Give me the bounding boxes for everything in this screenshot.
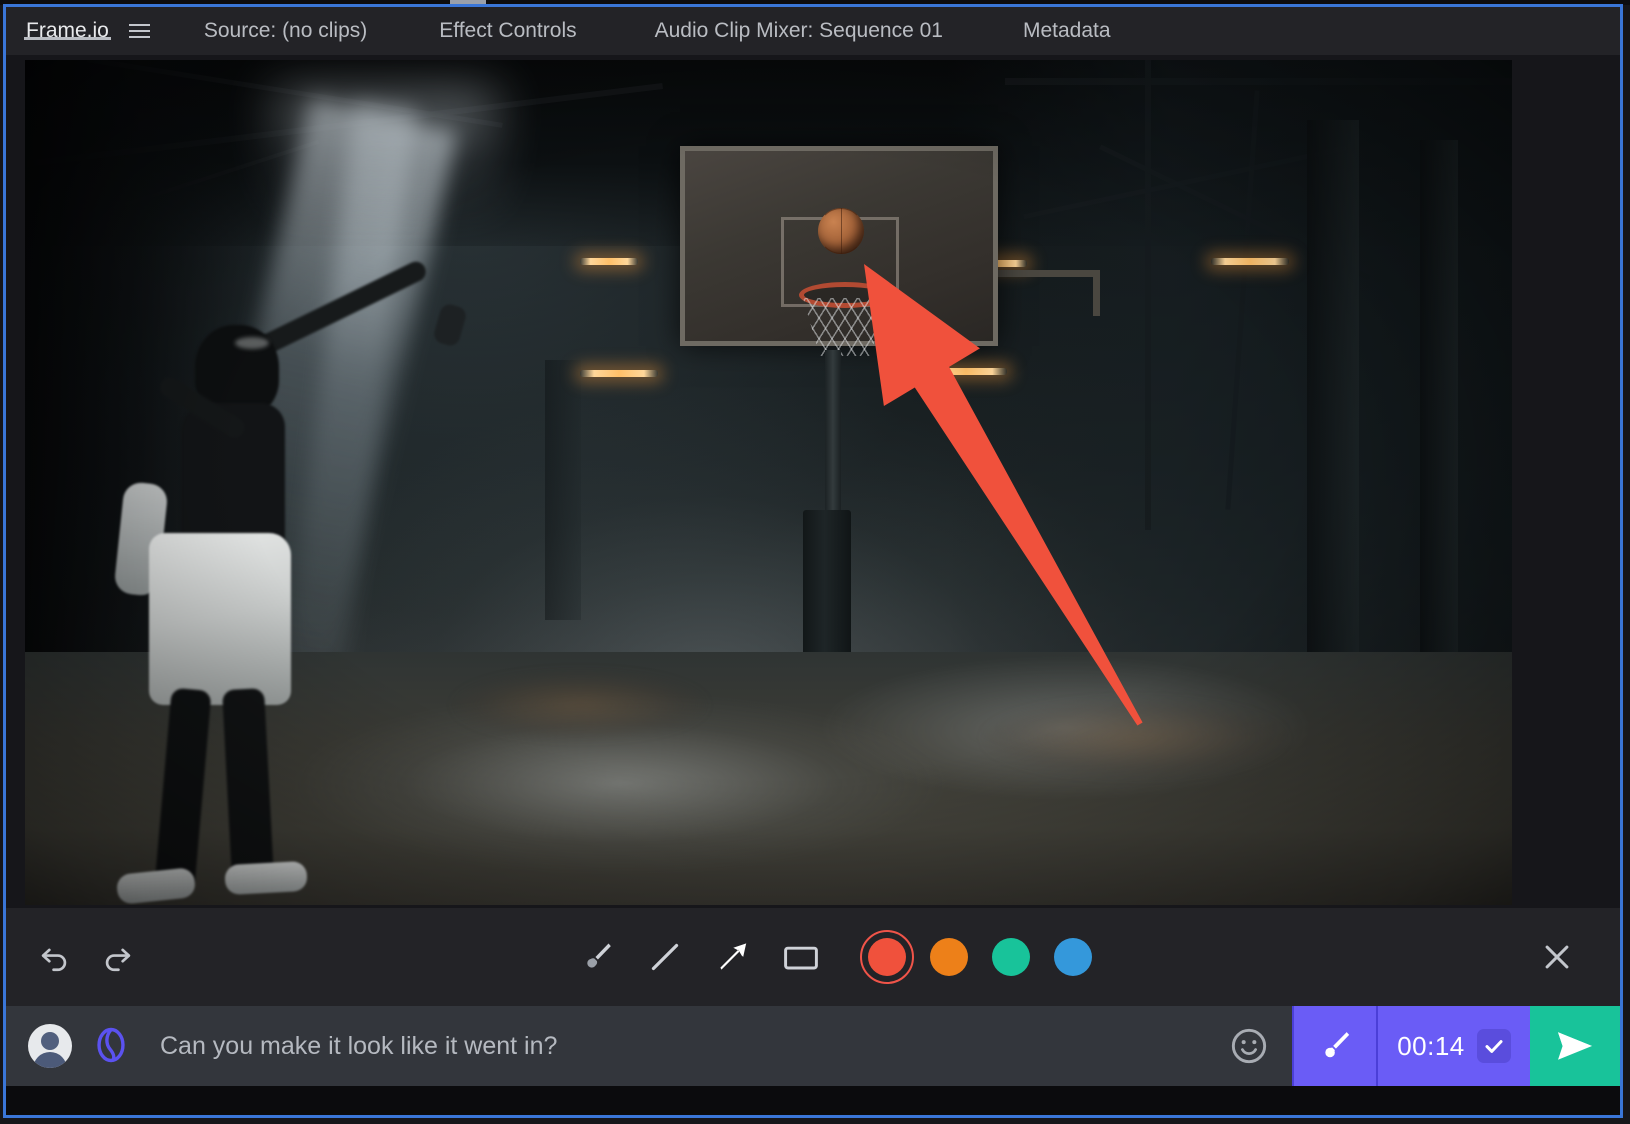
smiley-face-icon <box>1231 1028 1267 1064</box>
basketball <box>818 208 864 254</box>
globe-glyph <box>97 1027 125 1063</box>
panel-drag-handle[interactable] <box>450 0 486 5</box>
tab-frameio[interactable]: Frame.io <box>24 7 111 55</box>
tab-source-label: Source: (no clips) <box>203 19 368 42</box>
color-swatch-teal-dot <box>992 938 1030 976</box>
tab-effect-controls[interactable]: Effect Controls <box>439 7 576 55</box>
color-swatch-blue-dot <box>1054 938 1092 976</box>
video-frame-image <box>25 60 1512 905</box>
tab-audio-clip-mixer-label: Audio Clip Mixer: Sequence 01 <box>654 19 943 42</box>
color-swatch-red[interactable] <box>856 929 918 985</box>
rectangle-tool[interactable] <box>774 930 828 984</box>
color-swatch-blue[interactable] <box>1042 929 1104 985</box>
line-tool[interactable] <box>638 930 692 984</box>
user-avatar-icon[interactable] <box>28 1024 72 1068</box>
send-comment-button[interactable] <box>1530 1006 1620 1086</box>
redo-arrow-icon <box>105 948 131 972</box>
brush-tool[interactable] <box>570 930 624 984</box>
annotation-toolbar <box>6 908 1620 1006</box>
window-top-edge <box>0 0 1630 5</box>
basketball-player <box>85 258 469 905</box>
comment-input[interactable] <box>132 1006 1206 1086</box>
frame-io-review-panel: Frame.io Source: (no clips) Effect Contr… <box>0 0 1630 1124</box>
annotation-color-picker <box>856 929 1104 985</box>
tab-metadata[interactable]: Metadata <box>1023 7 1111 55</box>
timestamp-checkbox[interactable] <box>1476 1029 1511 1063</box>
rectangle-icon <box>784 946 818 970</box>
tab-active-underline <box>24 37 111 40</box>
hamburger-menu-icon[interactable] <box>128 24 150 38</box>
emoji-button[interactable] <box>1206 1006 1292 1086</box>
color-swatch-orange-dot <box>930 938 968 976</box>
redo-button[interactable] <box>90 930 144 984</box>
color-swatch-teal[interactable] <box>980 929 1042 985</box>
tab-audio-clip-mixer[interactable]: Audio Clip Mixer: Sequence 01 <box>655 7 943 55</box>
drawing-tool-group <box>570 930 828 984</box>
draw-annotation-button[interactable] <box>1292 1006 1376 1086</box>
color-swatch-red-dot <box>868 938 906 976</box>
timestamp-toggle-button[interactable]: 00:14 <box>1376 1006 1530 1086</box>
arrow-tool[interactable] <box>706 930 760 984</box>
close-annotation-button[interactable] <box>1530 930 1584 984</box>
line-icon <box>651 943 679 971</box>
globe-icon[interactable] <box>90 1024 132 1086</box>
tab-metadata-label: Metadata <box>1022 19 1111 42</box>
panel-bottom-edge <box>6 1086 1620 1118</box>
checkmark-icon <box>1485 1040 1503 1053</box>
close-x-icon <box>1545 945 1569 969</box>
color-swatch-orange[interactable] <box>918 929 980 985</box>
paint-brush-icon <box>587 943 611 968</box>
undo-button[interactable] <box>28 930 82 984</box>
tab-effect-controls-label: Effect Controls <box>439 19 577 42</box>
panel-tab-strip: Frame.io Source: (no clips) Effect Contr… <box>6 7 1620 55</box>
timestamp-label: 00:14 <box>1397 1030 1465 1061</box>
arrow-icon <box>720 943 747 970</box>
comment-composer-bar: 00:14 <box>6 1006 1620 1086</box>
video-viewer[interactable] <box>25 60 1512 905</box>
undo-arrow-icon <box>41 948 67 972</box>
tab-source[interactable]: Source: (no clips) <box>204 7 367 55</box>
send-paper-plane-icon <box>1558 1032 1592 1060</box>
paint-brush-icon <box>1325 1032 1350 1058</box>
